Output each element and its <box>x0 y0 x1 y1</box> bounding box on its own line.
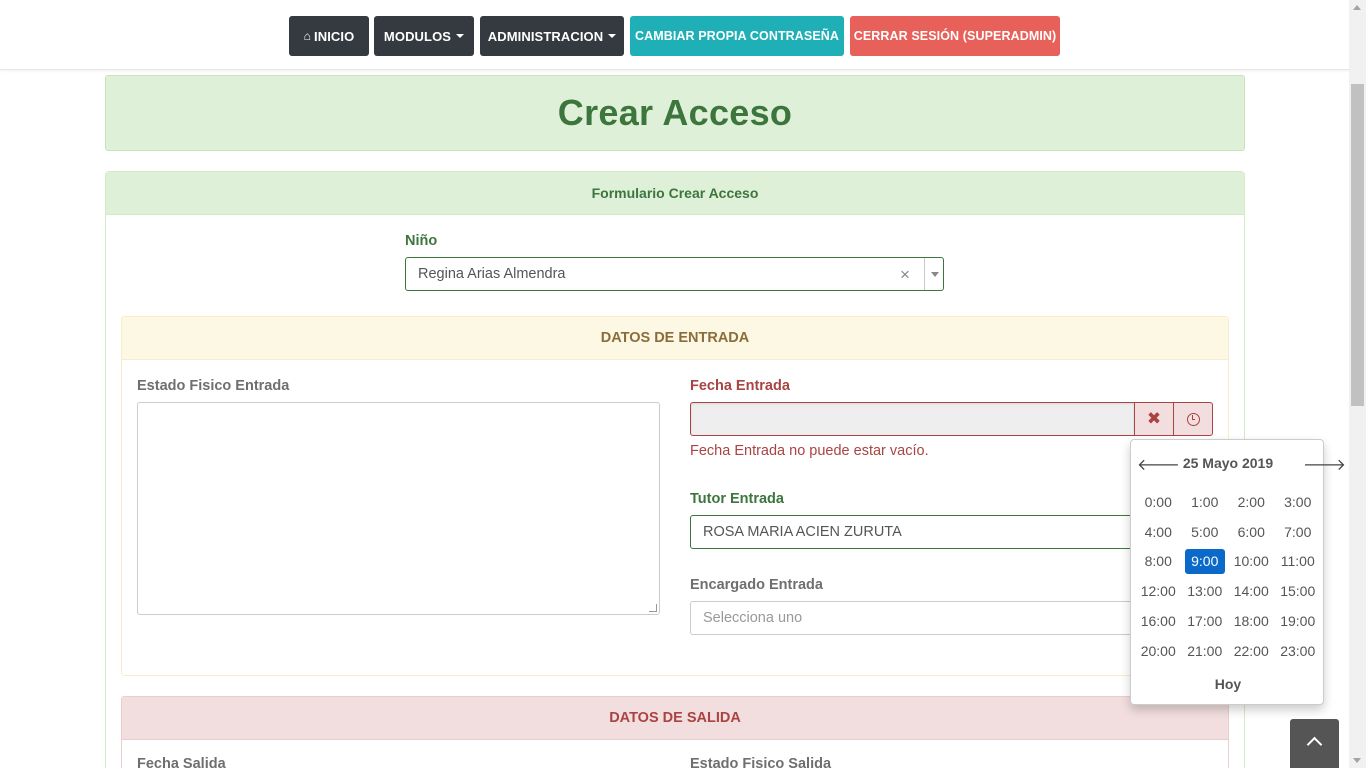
nino-label: Niño <box>405 233 438 249</box>
hour-option[interactable]: 13:00 <box>1185 578 1226 604</box>
hour-option[interactable]: 12:00 <box>1138 578 1179 604</box>
encargado-entrada-label: Encargado Entrada <box>690 577 823 593</box>
scroll-up-arrow-icon[interactable] <box>1353 5 1361 10</box>
hour-option[interactable]: 23:00 <box>1278 638 1319 664</box>
hour-option[interactable]: 4:00 <box>1138 519 1179 545</box>
resize-grip-icon[interactable] <box>649 604 657 612</box>
hour-option[interactable]: 11:00 <box>1278 549 1319 575</box>
nav-administracion-label: ADMINISTRACION <box>487 28 604 44</box>
chevron-up-icon <box>1306 736 1323 753</box>
clear-selection-icon[interactable]: × <box>900 265 910 285</box>
time-picker-popup: 🡐 25 Mayo 2019 🡒 0:00 1:00 2:00 3:00 4:00 5:0… <box>1130 439 1346 705</box>
fecha-entrada-input[interactable] <box>690 402 1135 436</box>
hour-option[interactable]: 2:00 <box>1231 489 1272 515</box>
nav-modulos-dropdown[interactable]: MODULOS <box>374 16 474 56</box>
hour-option[interactable]: 19:00 <box>1278 608 1319 634</box>
change-password-label: CAMBIAR PROPIA CONTRASEÑA <box>634 29 840 43</box>
today-button[interactable]: Hoy <box>1131 676 1325 692</box>
scroll-thumb[interactable] <box>1351 84 1364 406</box>
fecha-entrada-label: Fecha Entrada <box>690 378 790 394</box>
arrow-right-icon[interactable]: 🡒 <box>1303 454 1346 475</box>
estado-fisico-entrada-textarea[interactable] <box>137 402 660 615</box>
nino-select[interactable]: Regina Arias Almendra × <box>405 257 944 291</box>
estado-fisico-salida-label: Estado Fisico Salida <box>690 756 832 768</box>
nav-modulos-label: MODULOS <box>383 28 452 44</box>
nav-administracion-dropdown[interactable]: ADMINISTRACION <box>480 16 624 56</box>
open-time-picker-button[interactable] <box>1173 402 1213 436</box>
nav-inicio-button[interactable]: ⌂ INICIO <box>289 16 369 56</box>
form-card-header: Formulario Crear Acceso <box>106 172 1244 215</box>
estado-fisico-entrada-label: Estado Fisico Entrada <box>137 378 290 394</box>
hour-option[interactable]: 16:00 <box>1138 608 1179 634</box>
back-to-top-button[interactable] <box>1290 719 1339 768</box>
hour-option[interactable]: 0:00 <box>1138 489 1179 515</box>
fecha-salida-label: Fecha Salida <box>137 756 226 768</box>
scroll-down-arrow-icon[interactable] <box>1353 758 1361 763</box>
caret-down-icon <box>608 34 617 38</box>
salida-panel-header: DATOS DE SALIDA <box>122 697 1228 740</box>
hour-option[interactable]: 10:00 <box>1231 549 1272 575</box>
top-navbar: ⌂ INICIO MODULOS ADMINISTRACION CAMBIAR … <box>0 0 1350 70</box>
hour-option[interactable]: 1:00 <box>1185 489 1226 515</box>
clear-date-button[interactable]: ✖ <box>1134 402 1174 436</box>
hour-option[interactable]: 3:00 <box>1278 489 1319 515</box>
hour-option[interactable]: 22:00 <box>1231 638 1272 664</box>
caret-down-icon <box>456 34 465 38</box>
clock-icon <box>1186 412 1200 426</box>
hour-option[interactable]: 8:00 <box>1138 549 1179 575</box>
nino-selected-value: Regina Arias Almendra <box>418 266 566 282</box>
hour-option[interactable]: 5:00 <box>1185 519 1226 545</box>
page-scrollbar[interactable] <box>1349 0 1366 768</box>
hour-option[interactable]: 6:00 <box>1231 519 1272 545</box>
hour-option[interactable]: 15:00 <box>1278 578 1319 604</box>
home-icon: ⌂ <box>303 29 312 43</box>
fecha-entrada-error: Fecha Entrada no puede estar vacío. <box>690 443 929 459</box>
close-icon: ✖ <box>1146 409 1162 428</box>
page-title: Crear Acceso <box>557 92 793 133</box>
change-password-button[interactable]: CAMBIAR PROPIA CONTRASEÑA <box>630 16 844 56</box>
nav-inicio-label: INICIO <box>314 28 355 44</box>
time-picker-date-title[interactable]: 25 Mayo 2019 <box>1151 455 1305 471</box>
hour-option[interactable]: 9:00 <box>1184 548 1225 575</box>
logout-label: CERRAR SESIÓN (SUPERADMIN) <box>853 29 1057 43</box>
hour-option[interactable]: 7:00 <box>1278 519 1319 545</box>
hour-option[interactable]: 20:00 <box>1138 638 1179 664</box>
hour-option[interactable]: 17:00 <box>1185 608 1226 634</box>
hours-grid: 0:00 1:00 2:00 3:00 4:00 5:00 6:00 7:00 8:00 9:00… <box>1135 487 1321 666</box>
hour-option[interactable]: 21:00 <box>1185 638 1226 664</box>
salida-panel: DATOS DE SALIDA <box>121 696 1229 768</box>
dropdown-arrow-icon[interactable] <box>931 272 939 277</box>
hour-option[interactable]: 18:00 <box>1231 608 1272 634</box>
page-title-banner: Crear Acceso <box>105 75 1245 151</box>
hour-option[interactable]: 14:00 <box>1231 578 1272 604</box>
logout-button[interactable]: CERRAR SESIÓN (SUPERADMIN) <box>850 16 1060 56</box>
tutor-entrada-label: Tutor Entrada <box>690 491 784 507</box>
entrada-panel-header: DATOS DE ENTRADA <box>122 317 1228 360</box>
select-separator <box>924 258 925 290</box>
